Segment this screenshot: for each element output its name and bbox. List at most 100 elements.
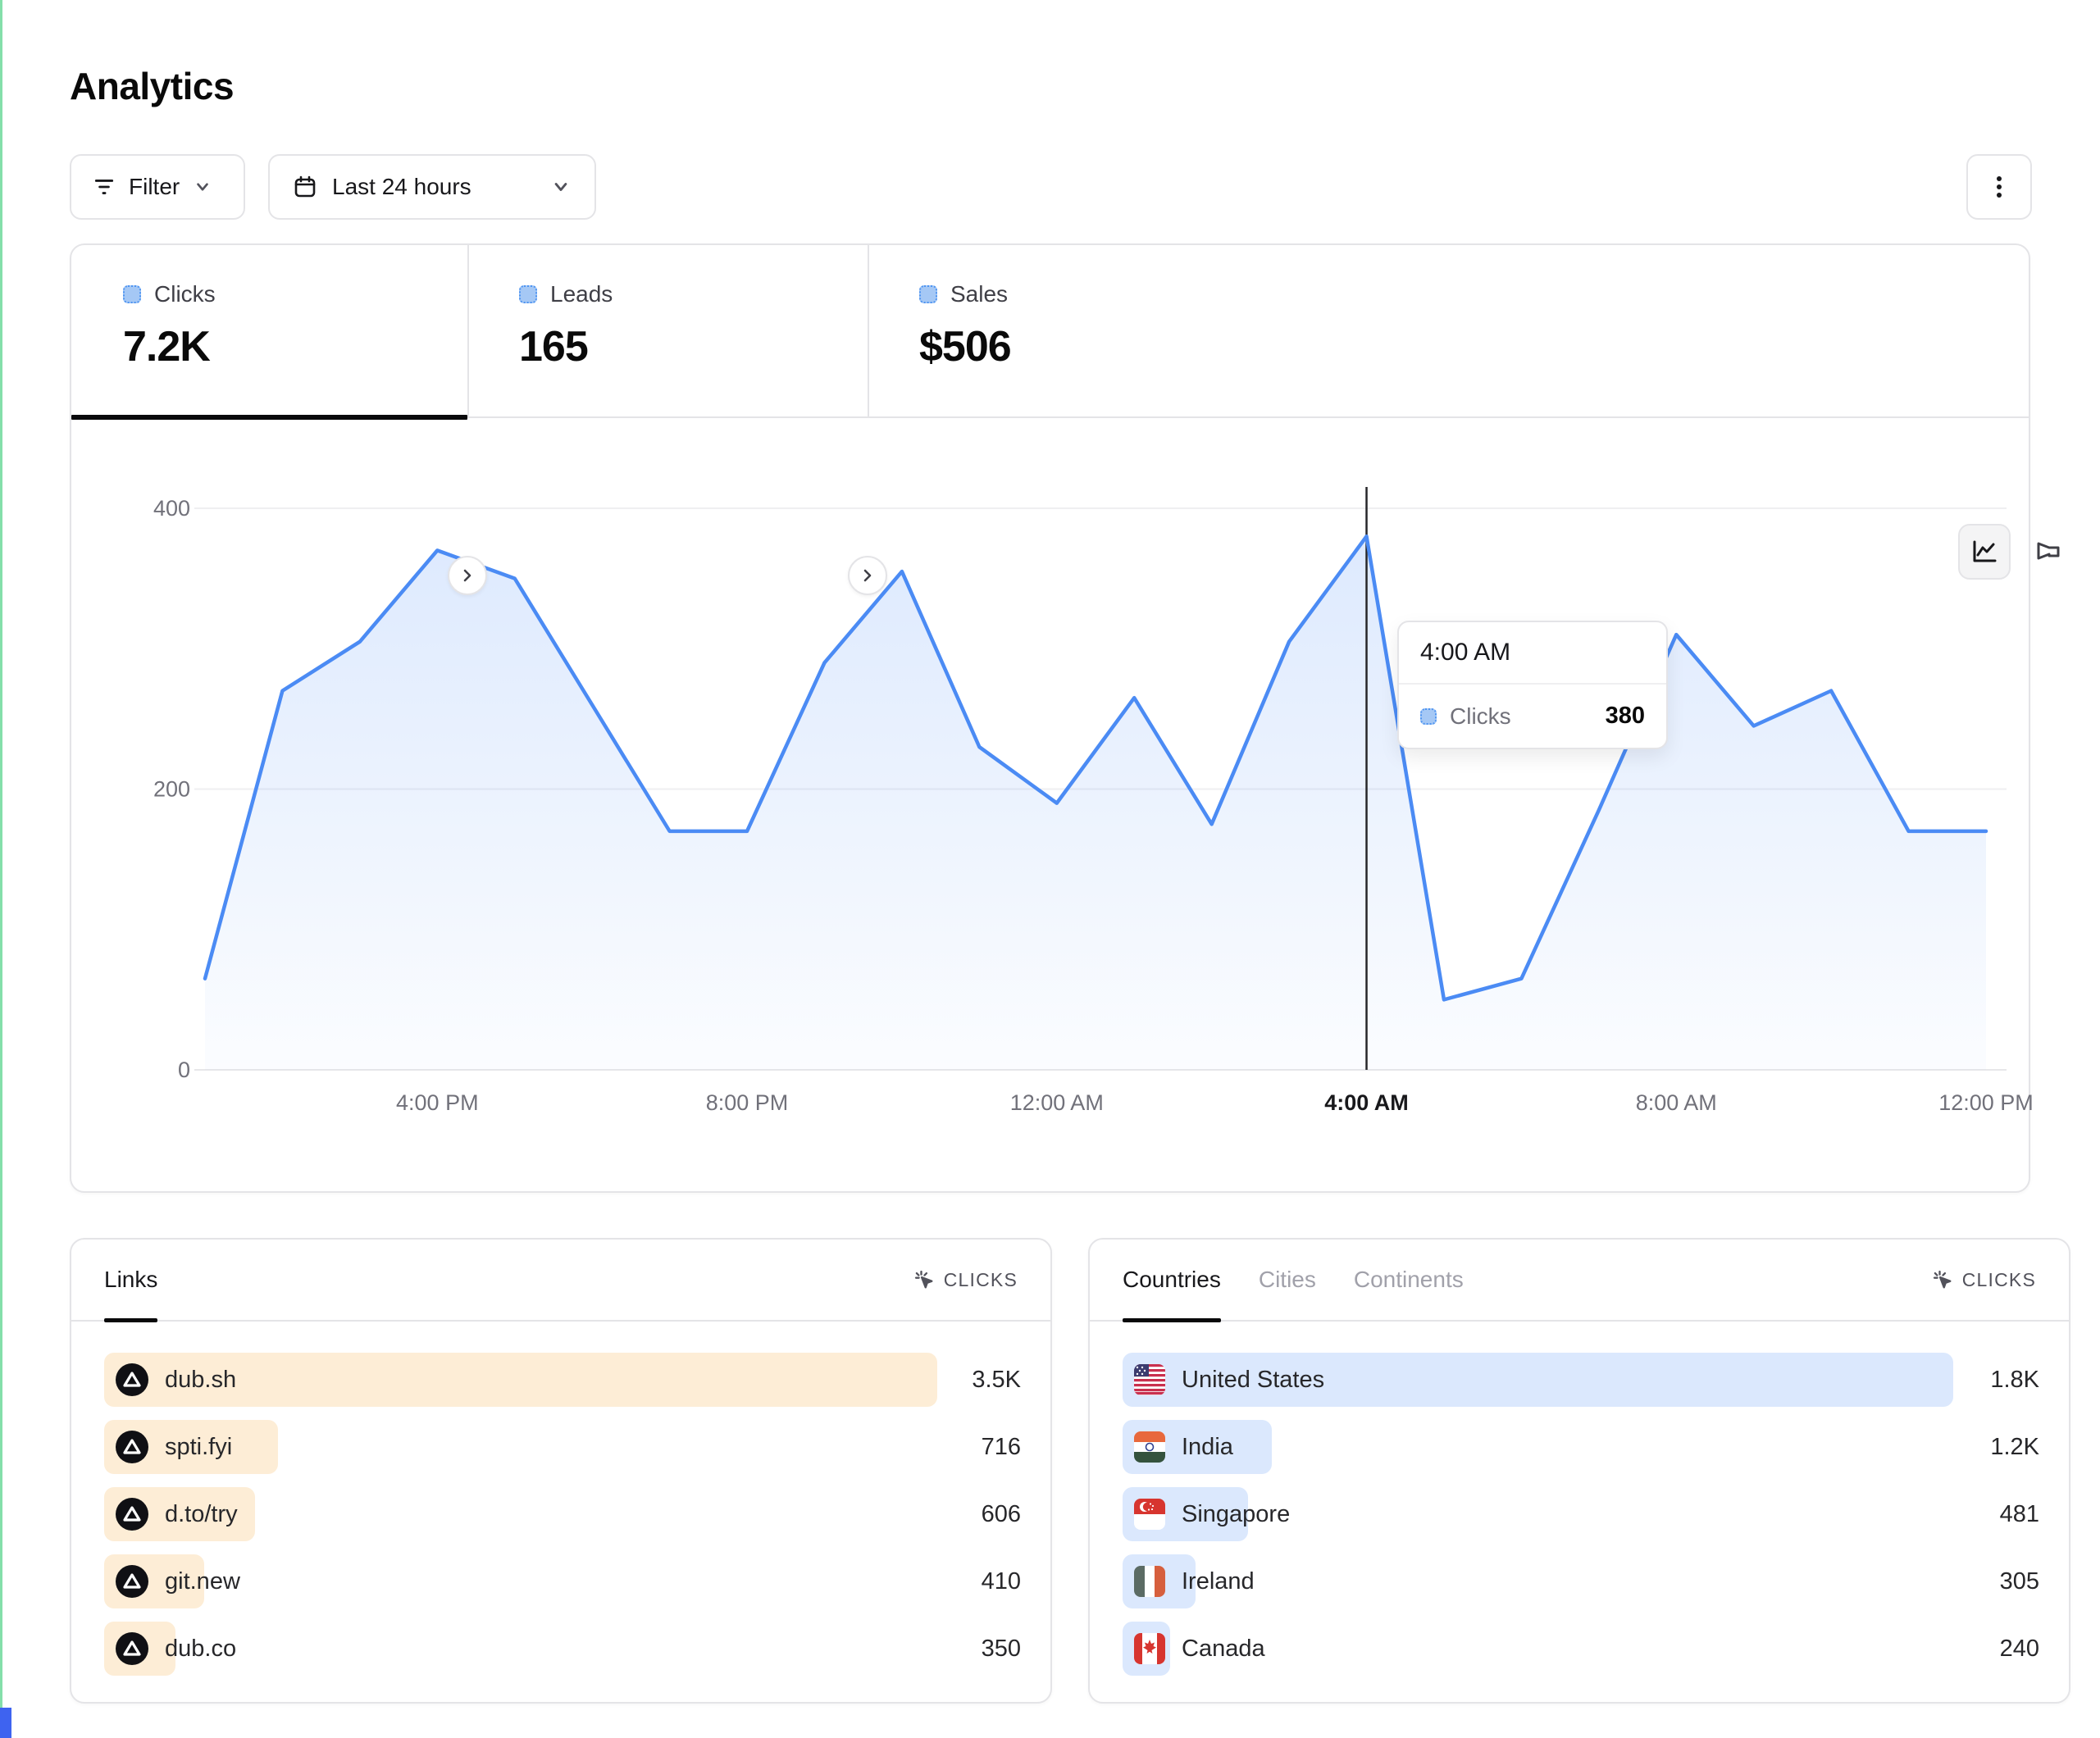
links-panel: Links CLICKS dub.sh 3.5K spti.fyi 716 d.to/t… — [70, 1238, 1052, 1704]
date-range-label: Last 24 hours — [332, 174, 471, 200]
row-value: 1.2K — [1990, 1420, 2039, 1474]
kebab-menu-icon — [1987, 173, 2011, 201]
stat-value: 7.2K — [123, 322, 467, 371]
page-title: Analytics — [70, 64, 234, 108]
stat-value: $506 — [919, 322, 1442, 371]
active-tab-underline — [71, 415, 467, 420]
row-content: Canada — [1134, 1622, 1265, 1676]
tab-leads[interactable]: Leads 165 — [467, 245, 868, 418]
row-label: d.to/try — [165, 1501, 238, 1528]
list-item[interactable]: United States1.8K — [1123, 1353, 2039, 1407]
row-value: 3.5K — [972, 1353, 1021, 1407]
row-label: git.new — [165, 1568, 240, 1595]
row-value: 350 — [982, 1622, 1021, 1676]
clicks-legend-icon — [123, 285, 141, 303]
dub-logo-icon — [116, 1498, 148, 1531]
links-list: dub.sh 3.5K spti.fyi 716 d.to/try 606 git.new4… — [104, 1353, 1021, 1689]
countries-panel-header: Countries Cities Continents CLICKS — [1090, 1240, 2069, 1322]
links-metric-label: CLICKS — [944, 1269, 1018, 1291]
row-label: spti.fyi — [165, 1434, 232, 1461]
row-content: spti.fyi — [116, 1420, 232, 1474]
list-item[interactable]: Singapore481 — [1123, 1487, 2039, 1541]
list-item[interactable]: spti.fyi 716 — [104, 1420, 1021, 1474]
list-item[interactable]: Canada 240 — [1123, 1622, 2039, 1676]
flag-us-icon — [1134, 1364, 1165, 1395]
svg-text:200: 200 — [153, 777, 190, 802]
list-item[interactable]: Ireland 305 — [1123, 1554, 2039, 1608]
countries-panel: Countries Cities Continents CLICKS Unite… — [1088, 1238, 2070, 1704]
analytics-card: Clicks 7.2K Leads 165 Sales $506 — [70, 243, 2030, 1193]
list-item[interactable]: dub.co 350 — [104, 1622, 1021, 1676]
row-content: Ireland — [1134, 1554, 1255, 1608]
list-item[interactable]: dub.sh 3.5K — [104, 1353, 1021, 1407]
list-item[interactable]: git.new410 — [104, 1554, 1021, 1608]
dub-logo-icon — [116, 1363, 148, 1396]
sales-legend-icon — [919, 285, 937, 303]
x-axis-tick-label: 12:00 PM — [1938, 1090, 2032, 1115]
tab-cities-label: Cities — [1259, 1267, 1316, 1293]
svg-text:400: 400 — [153, 496, 190, 521]
row-content: dub.co — [116, 1622, 236, 1676]
table-view-button[interactable] — [2086, 524, 2100, 580]
stat-label: Sales — [950, 281, 1008, 307]
dub-logo-icon — [116, 1632, 148, 1665]
row-content: India — [1134, 1420, 1233, 1474]
filter-button[interactable]: Filter — [70, 154, 245, 220]
countries-metric-selector[interactable]: CLICKS — [1931, 1268, 2036, 1291]
tab-continents[interactable]: Continents — [1354, 1239, 1464, 1321]
row-value: 240 — [2000, 1622, 2039, 1676]
left-edge-accent — [0, 0, 2, 1738]
list-item[interactable]: India 1.2K — [1123, 1420, 2039, 1474]
more-options-button[interactable] — [1966, 154, 2032, 220]
next-metric-button[interactable] — [848, 556, 887, 595]
row-value: 606 — [982, 1487, 1021, 1541]
row-label: dub.co — [165, 1636, 236, 1663]
corner-accent — [0, 1708, 11, 1738]
x-axis-tick-label: 8:00 PM — [706, 1090, 789, 1115]
list-item[interactable]: d.to/try 606 — [104, 1487, 1021, 1541]
tab-clicks[interactable]: Clicks 7.2K — [71, 245, 467, 418]
date-range-button[interactable]: Last 24 hours — [268, 154, 596, 220]
row-label: Ireland — [1182, 1568, 1255, 1595]
cursor-click-icon — [913, 1268, 936, 1291]
x-axis-tick-label: 12:00 AM — [1010, 1090, 1104, 1115]
filter-button-label: Filter — [129, 174, 180, 200]
stats-tabs-row: Clicks 7.2K Leads 165 Sales $506 — [71, 245, 2029, 418]
chart-tooltip: 4:00 AM Clicks 380 — [1397, 621, 1668, 749]
dub-logo-icon — [116, 1565, 148, 1598]
chevron-right-icon — [857, 565, 878, 586]
tab-sales[interactable]: Sales $506 — [868, 245, 1442, 418]
tab-links[interactable]: Links — [104, 1239, 157, 1321]
clicks-time-series-chart[interactable]: 0200400 4:00 PM8:00 PM12:00 AM4:00 AM8:0… — [71, 444, 2032, 1194]
chevron-down-icon — [550, 176, 572, 198]
row-label: dub.sh — [165, 1367, 236, 1394]
x-axis-tick-label: 8:00 AM — [1636, 1090, 1717, 1115]
next-metric-button[interactable] — [448, 556, 487, 595]
row-content: Singapore — [1134, 1487, 1290, 1541]
x-axis-tick-label: 4:00 AM — [1324, 1090, 1409, 1115]
row-content: United States — [1134, 1353, 1324, 1407]
tab-links-label: Links — [104, 1267, 157, 1293]
tab-cities[interactable]: Cities — [1259, 1239, 1316, 1321]
flag-ca-icon — [1134, 1633, 1165, 1664]
flag-in-icon — [1134, 1431, 1165, 1463]
cursor-click-icon — [1931, 1268, 1954, 1291]
tab-countries[interactable]: Countries — [1123, 1239, 1221, 1321]
svg-text:0: 0 — [178, 1058, 190, 1082]
row-value: 716 — [982, 1420, 1021, 1474]
clicks-legend-icon — [1420, 708, 1437, 725]
leads-legend-icon — [519, 285, 537, 303]
tab-countries-label: Countries — [1123, 1267, 1221, 1293]
links-metric-selector[interactable]: CLICKS — [913, 1268, 1018, 1291]
tab-divider — [868, 245, 869, 418]
countries-list: United States1.8K India 1.2K Singapore481 Ir… — [1123, 1353, 2039, 1689]
row-value: 305 — [2000, 1554, 2039, 1608]
links-panel-header: Links CLICKS — [71, 1240, 1050, 1322]
row-label: Singapore — [1182, 1501, 1290, 1528]
tooltip-value: 380 — [1606, 703, 1645, 730]
clicks-area-fill — [205, 536, 1986, 1070]
chevron-down-icon — [193, 177, 212, 197]
row-label: United States — [1182, 1367, 1324, 1394]
stat-label: Leads — [550, 281, 613, 307]
flag-sg-icon — [1134, 1499, 1165, 1530]
